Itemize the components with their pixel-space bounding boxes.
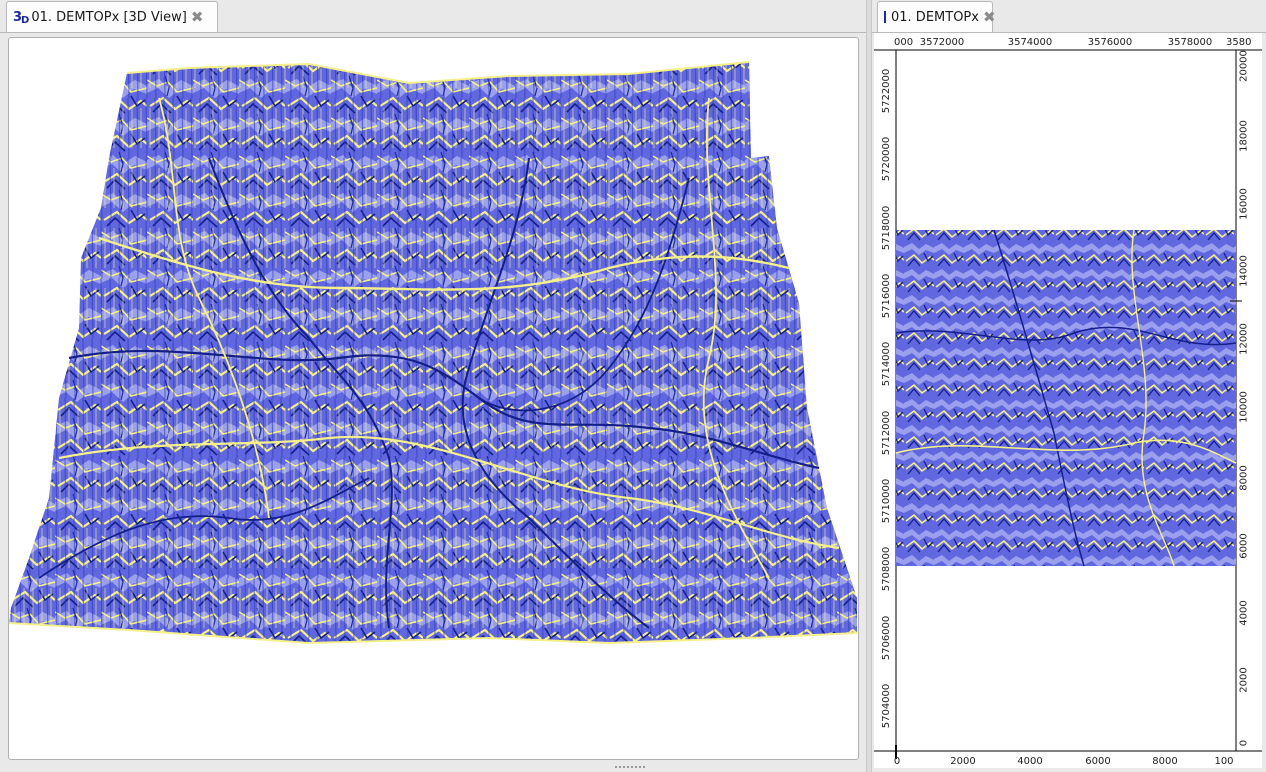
- tab-3d-view[interactable]: 3D 01. DEMTOPx [3D View] ✖: [6, 1, 218, 32]
- tab-map-view-label: 01. DEMTOPx: [891, 9, 979, 25]
- dem-raster: [896, 230, 1236, 566]
- map-icon: [884, 11, 886, 23]
- close-icon[interactable]: ✖: [191, 9, 204, 25]
- bottom-axis-tick-label: 6000: [1085, 756, 1110, 767]
- tab-map-view[interactable]: 01. DEMTOPx ✖: [877, 1, 996, 32]
- top-axis-tick-label: 3574000: [1008, 37, 1053, 48]
- tab-3d-view-label: 01. DEMTOPx [3D View]: [31, 9, 187, 25]
- left-axis-tick-label: 5716000: [881, 274, 892, 319]
- right-axis-tick-label: 0: [1238, 740, 1249, 746]
- top-axis-tick-label: 000: [894, 37, 913, 48]
- terrain-streaks: [9, 62, 857, 643]
- bottom-axis-tick-label: 8000: [1152, 756, 1177, 767]
- map-view-pane: 01. DEMTOPx ✖ 000 3572000 3574000 357600…: [872, 0, 1266, 772]
- right-axis-tick-label: 10000: [1238, 391, 1249, 423]
- left-axis: 5722000 5720000 5718000 5716000 5714000 …: [881, 69, 892, 729]
- top-axis-tick-label: 3578000: [1168, 37, 1213, 48]
- left-axis-tick-label: 5710000: [881, 479, 892, 524]
- bottom-axis: 0 2000 4000 6000 8000 100: [894, 756, 1234, 767]
- bottom-axis-tick-label: 100: [1214, 756, 1233, 767]
- right-axis-tick-label: 18000: [1238, 120, 1249, 152]
- map-canvas[interactable]: 000 3572000 3574000 3576000 3578000 3580…: [874, 33, 1262, 768]
- top-axis-tick-label: 3572000: [920, 37, 965, 48]
- resize-grip[interactable]: [615, 766, 645, 772]
- right-axis: 20000 18000 16000 14000 12000 10000 8000…: [1238, 50, 1249, 746]
- right-axis-tick-label: 14000: [1238, 255, 1249, 287]
- close-icon[interactable]: ✖: [983, 9, 996, 25]
- left-axis-tick-label: 5720000: [881, 137, 892, 182]
- left-tabstrip: 3D 01. DEMTOPx [3D View] ✖: [0, 0, 866, 33]
- left-axis-tick-label: 5718000: [881, 206, 892, 251]
- right-axis-tick-label: 6000: [1238, 533, 1249, 558]
- 3d-viewport[interactable]: [8, 37, 859, 760]
- left-axis-tick-label: 5714000: [881, 342, 892, 387]
- 3d-terrain-render[interactable]: [8, 38, 858, 759]
- map-viewport[interactable]: 000 3572000 3574000 3576000 3578000 3580…: [874, 33, 1262, 768]
- top-axis: 000 3572000 3574000 3576000 3578000 3580: [894, 37, 1251, 48]
- right-axis-tick-label: 12000: [1238, 323, 1249, 355]
- bottom-axis-tick-label: 0: [894, 756, 900, 767]
- left-axis-tick-label: 5712000: [881, 411, 892, 456]
- right-axis-tick-label: 16000: [1238, 188, 1249, 220]
- left-axis-tick-label: 5706000: [881, 616, 892, 661]
- left-axis-tick-label: 5704000: [881, 684, 892, 729]
- 3d-view-icon: 3D: [13, 9, 29, 26]
- right-axis-tick-label: 4000: [1238, 600, 1249, 625]
- right-axis-tick-label: 8000: [1238, 465, 1249, 490]
- 3d-view-pane: 3D 01. DEMTOPx [3D View] ✖: [0, 0, 866, 772]
- right-tabstrip: 01. DEMTOPx ✖: [872, 0, 1266, 33]
- right-axis-tick-label: 20000: [1238, 50, 1249, 82]
- top-axis-tick-label: 3576000: [1088, 37, 1133, 48]
- bottom-axis-tick-label: 2000: [950, 756, 975, 767]
- top-axis-tick-label: 3580: [1226, 37, 1251, 48]
- bottom-axis-tick-label: 4000: [1017, 756, 1042, 767]
- left-axis-tick-label: 5722000: [881, 69, 892, 114]
- left-axis-tick-label: 5708000: [881, 547, 892, 592]
- right-axis-tick-label: 2000: [1238, 667, 1249, 692]
